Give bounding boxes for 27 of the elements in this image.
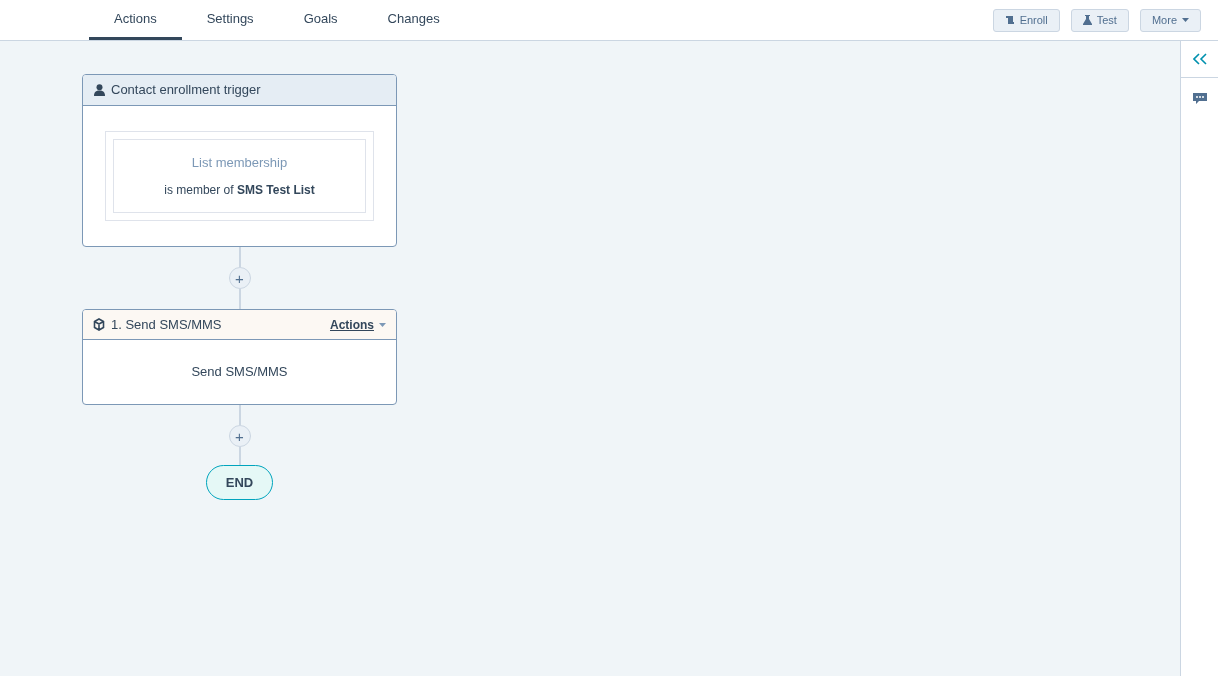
double-chevron-icon xyxy=(1192,53,1207,65)
chat-bubble-icon xyxy=(1192,93,1207,105)
tab[interactable]: Actions xyxy=(89,0,182,40)
tab[interactable]: Goals xyxy=(278,0,363,40)
end-node: END xyxy=(206,465,273,500)
add-step-button[interactable]: + xyxy=(228,267,251,289)
scroll-icon xyxy=(1004,15,1015,25)
tab[interactable]: Settings xyxy=(181,0,279,40)
filter-label: List membership xyxy=(191,154,288,173)
add-step-button[interactable]: + xyxy=(228,425,251,447)
actions-menu-button[interactable]: Actions xyxy=(330,315,386,334)
filter-card[interactable]: List membership is member of SMS Test List xyxy=(113,139,366,213)
action-description: Send SMS/MMS xyxy=(191,363,288,382)
card-title: 1. Send SMS/MMS xyxy=(111,315,223,334)
cube-icon xyxy=(93,318,105,331)
card-title: Contact enrollment trigger xyxy=(111,81,261,100)
more-button[interactable]: More xyxy=(1139,8,1201,32)
flask-icon xyxy=(1082,15,1092,25)
test-button[interactable]: Test xyxy=(1070,8,1129,32)
filter-text: is member of SMS Test List xyxy=(164,181,315,199)
trigger-card[interactable]: Contact enrollment trigger List membership is member of SMS Test List xyxy=(82,74,397,247)
action-card[interactable]: 1. Send SMS/MMS Actions Send SMS/MMS xyxy=(82,309,397,405)
caret-icon xyxy=(1182,18,1189,22)
person-icon xyxy=(94,84,105,96)
caret-icon xyxy=(379,322,386,327)
tab[interactable]: Changes xyxy=(362,0,465,40)
enroll-button[interactable]: Enroll xyxy=(992,8,1060,32)
